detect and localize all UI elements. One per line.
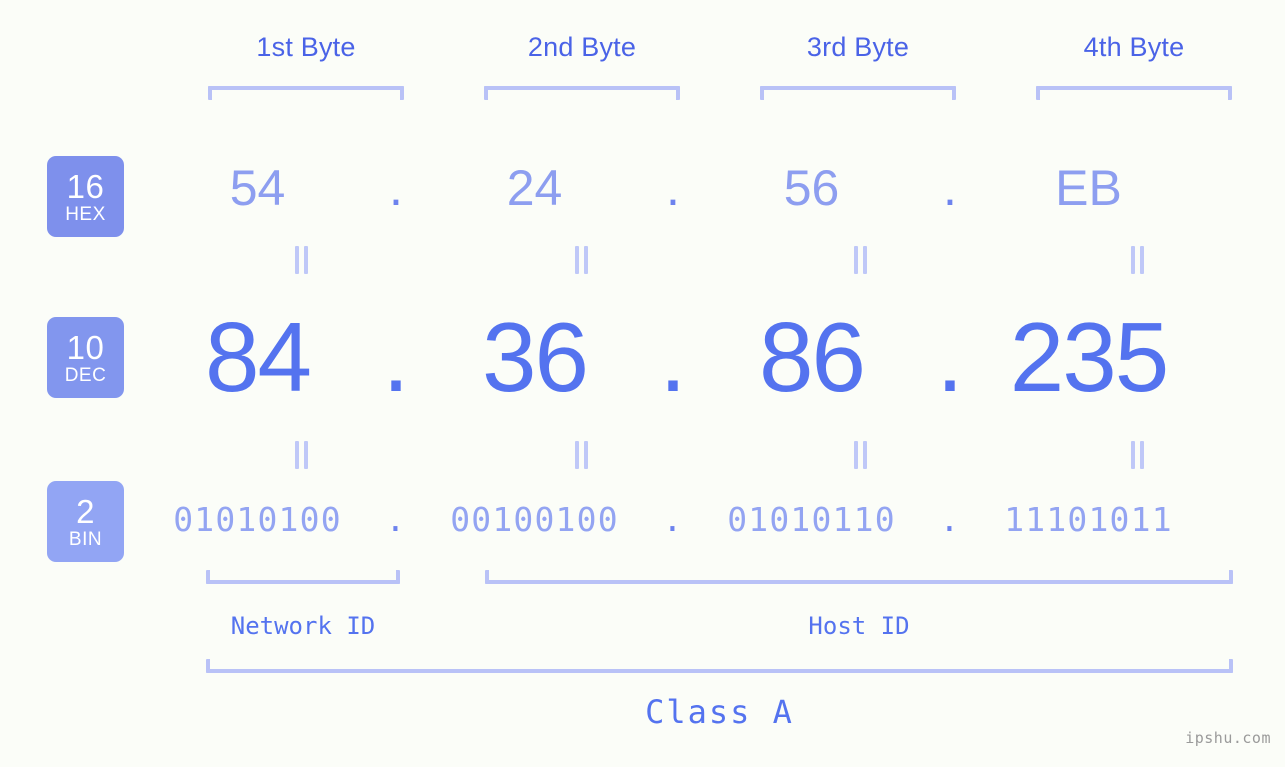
byte-header-2: 2nd Byte [527,32,637,62]
byte-bracket-2 [484,86,680,100]
hex-octet-1: 54 [229,160,286,216]
equals-mark-hex-dec-3 [849,246,871,274]
equals-mark-dec-bin-1 [290,441,312,469]
hex-octet-4: EB [1055,160,1122,216]
hex-separator-2: . [666,160,680,216]
bin-octet-3: 01010110 [727,500,896,539]
base-radix-dec: 10 [66,328,105,366]
equals-mark-hex-dec-1 [290,246,312,274]
class-label: Class A [645,693,794,731]
equals-mark-dec-bin-2 [570,441,592,469]
network-id-bracket [206,570,400,584]
bin-separator-1: . [385,500,407,539]
dec-separator-3: . [936,302,964,412]
base-name-bin: BIN [68,528,103,550]
dec-octet-4: 235 [1009,302,1170,412]
equals-mark-hex-dec-2 [570,246,592,274]
site-watermark: ipshu.com [1185,729,1271,747]
hex-octet-3: 56 [783,160,840,216]
base-radix-bin: 2 [76,492,95,530]
hex-value-row: 54 . 24 . 56 . EB [150,152,1245,224]
host-id-bracket [485,570,1233,584]
base-badge-bin: 2 BIN [47,481,124,562]
bin-octet-1: 01010100 [173,500,342,539]
byte-bracket-1 [208,86,404,100]
class-bracket [206,659,1233,673]
byte-bracket-3 [760,86,956,100]
equals-mark-dec-bin-4 [1126,441,1148,469]
base-badge-hex: 16 HEX [47,156,124,237]
base-name-dec: DEC [64,364,107,386]
equals-mark-dec-bin-3 [849,441,871,469]
host-id-label: Host ID [808,612,910,640]
dec-separator-2: . [659,302,687,412]
byte-bracket-4 [1036,86,1232,100]
dec-octet-1: 84 [204,302,312,412]
bin-octet-4: 11101011 [1004,500,1173,539]
bin-value-row: 01010100 . 00100100 . 01010110 . 1110101… [150,493,1245,547]
hex-separator-3: . [943,160,957,216]
ip-address-breakdown-diagram: 1st Byte 2nd Byte 3rd Byte 4th Byte 16 H… [0,0,1285,767]
hex-separator-1: . [389,160,403,216]
network-id-label: Network ID [230,612,376,640]
bin-octet-2: 00100100 [450,500,619,539]
dec-octet-3: 86 [758,302,866,412]
byte-header-1: 1st Byte [256,32,356,62]
dec-octet-2: 36 [481,302,589,412]
bin-separator-2: . [662,500,684,539]
dec-value-row: 84 . 36 . 86 . 235 [150,300,1245,415]
base-badge-dec: 10 DEC [47,317,124,398]
byte-header-4: 4th Byte [1083,32,1185,62]
hex-octet-2: 24 [506,160,563,216]
base-radix-hex: 16 [66,167,105,205]
dec-separator-1: . [382,302,410,412]
bin-separator-3: . [939,500,961,539]
byte-header-3: 3rd Byte [806,32,910,62]
equals-mark-hex-dec-4 [1126,246,1148,274]
base-name-hex: HEX [65,203,106,225]
